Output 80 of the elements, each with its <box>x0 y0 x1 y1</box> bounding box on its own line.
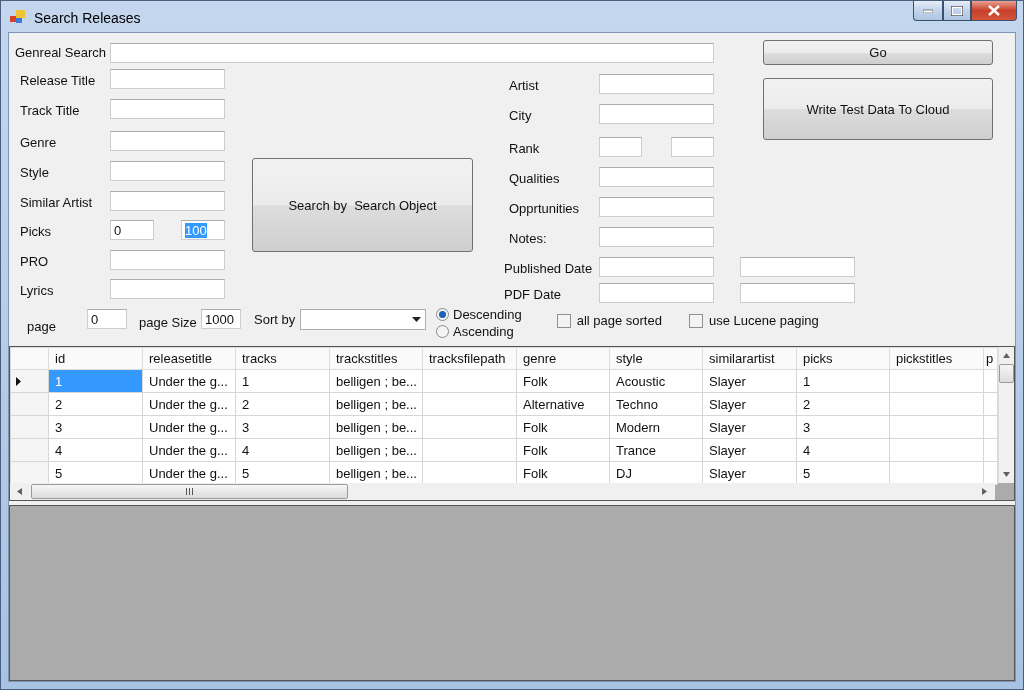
app-icon <box>10 10 26 24</box>
search-button[interactable]: Search by Search Object <box>252 158 473 252</box>
column-header[interactable]: style <box>609 347 703 370</box>
scroll-right-icon[interactable] <box>980 487 989 496</box>
column-header[interactable]: trackstitles <box>329 347 423 370</box>
maximize-button[interactable] <box>943 1 971 21</box>
grip-icon <box>186 488 193 495</box>
field-label: Qualities <box>508 170 561 186</box>
text-field[interactable] <box>110 131 225 152</box>
text-field[interactable] <box>599 227 714 247</box>
field-label: Picks <box>20 223 53 240</box>
text-field[interactable]: 1000 <box>201 309 241 329</box>
field-label: Similar Artist <box>20 193 94 210</box>
scroll-down-icon[interactable] <box>1002 470 1011 479</box>
minimize-icon <box>923 8 933 13</box>
text-field[interactable] <box>599 104 714 124</box>
scroll-thumb[interactable] <box>999 364 1014 383</box>
text-field[interactable] <box>110 160 225 181</box>
text-field[interactable] <box>599 283 714 303</box>
column-header[interactable]: picks <box>796 347 890 370</box>
text-field[interactable] <box>110 69 225 89</box>
field-label: page Size <box>138 314 198 330</box>
field-label: Artist <box>508 77 540 93</box>
close-button[interactable] <box>971 1 1017 21</box>
field-label: PRO <box>20 252 50 269</box>
scroll-up-icon[interactable] <box>1002 351 1011 360</box>
text-field[interactable]: 0 <box>110 220 154 241</box>
scroll-thumb[interactable] <box>31 484 348 499</box>
column-header[interactable]: genre <box>516 347 610 370</box>
field-label: Notes: <box>508 230 548 246</box>
dropdown-arrow-icon <box>412 317 421 322</box>
window-title: Search Releases <box>34 10 141 26</box>
field-label: page <box>27 318 57 334</box>
sort-radio[interactable]: Ascending <box>436 323 522 340</box>
text-field[interactable] <box>110 279 225 300</box>
field-label: Sort by <box>253 311 297 327</box>
column-header[interactable]: tracks <box>235 347 330 370</box>
field-label: Genre <box>20 134 58 151</box>
write-data-button[interactable]: Write Test Data To Cloud <box>763 78 993 140</box>
text-field[interactable] <box>599 137 642 157</box>
text-field[interactable]: 0 <box>87 309 127 329</box>
field-label: Genreal Search <box>15 45 108 60</box>
field-label: Published Date <box>503 260 594 276</box>
field-label: Track Title <box>20 101 81 118</box>
field-label: PDF Date <box>503 286 563 302</box>
column-header[interactable]: tracksfilepath <box>422 347 517 370</box>
text-field[interactable] <box>110 98 225 119</box>
row-header[interactable] <box>10 369 49 393</box>
vertical-scrollbar[interactable] <box>998 347 1014 483</box>
close-icon <box>988 5 1000 16</box>
field-label: City <box>508 107 533 123</box>
checkbox[interactable]: all page sorted <box>556 313 662 328</box>
scroll-left-icon[interactable] <box>15 487 24 496</box>
sort-dropdown[interactable] <box>300 309 426 330</box>
minimize-button[interactable] <box>913 1 943 21</box>
text-field[interactable] <box>110 190 225 211</box>
field-label: Rank <box>508 140 541 156</box>
field-label: Release Title <box>20 72 97 88</box>
horizontal-scrollbar[interactable] <box>10 483 995 500</box>
go-button[interactable]: Go <box>763 40 993 65</box>
text-field[interactable] <box>671 137 714 157</box>
sort-radio[interactable]: Descending <box>436 306 522 323</box>
text-field[interactable] <box>599 167 714 187</box>
field-label: Lyrics <box>20 282 55 299</box>
column-header[interactable]: similarartist <box>702 347 797 370</box>
current-row-icon <box>16 376 22 386</box>
text-field[interactable] <box>599 74 714 94</box>
text-field[interactable] <box>740 257 855 277</box>
text-field[interactable] <box>110 42 714 63</box>
column-header[interactable]: pickstitles <box>889 347 984 370</box>
text-field[interactable] <box>740 283 855 303</box>
text-field[interactable] <box>599 197 714 217</box>
maximize-icon <box>951 5 963 16</box>
text-field[interactable] <box>110 249 225 270</box>
field-label: Style <box>20 163 50 180</box>
text-field[interactable] <box>599 257 714 277</box>
column-header[interactable]: releasetitle <box>142 347 236 370</box>
checkbox[interactable]: use Lucene paging <box>688 313 819 328</box>
field-label: Opprtunities <box>508 200 581 216</box>
column-header[interactable]: id <box>48 347 143 370</box>
